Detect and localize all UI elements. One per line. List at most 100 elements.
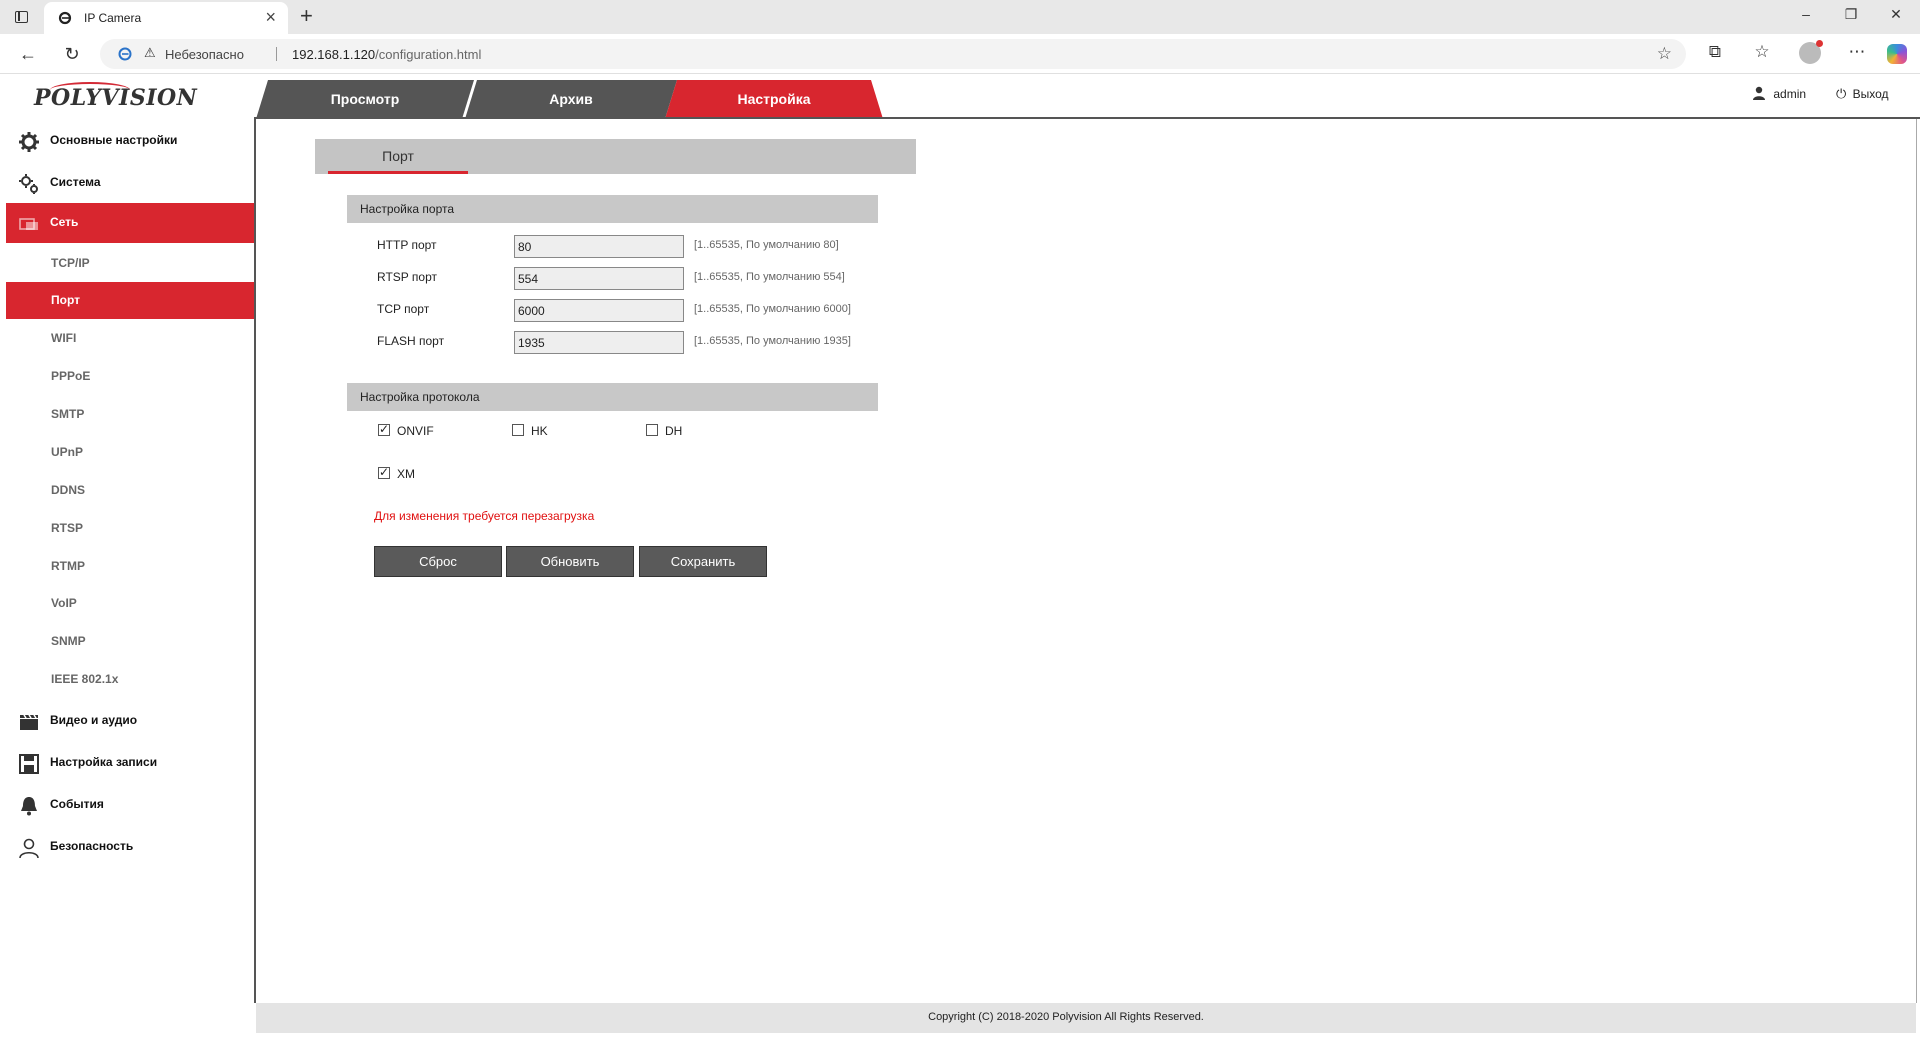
save-button[interactable]: Сохранить (639, 546, 767, 577)
user-menu[interactable]: admin (1752, 86, 1806, 101)
sidebar-item-basic-settings[interactable]: Основные настройки (6, 121, 254, 161)
sidebar-item-label: События (50, 797, 104, 811)
ie-mode-icon (118, 47, 132, 61)
logout-button[interactable]: ⏻ Выход (1836, 86, 1889, 102)
sidebar: Основные настройки Система Сеть TCP/IP П… (0, 119, 254, 1033)
onvif-checkbox[interactable] (378, 422, 390, 436)
flash-port-hint: [1..65535, По умолчанию 1935] (694, 335, 851, 347)
http-port-input[interactable] (514, 235, 684, 258)
xm-checkbox[interactable] (378, 465, 390, 479)
sidebar-sub-label: DDNS (51, 483, 86, 497)
hk-checkbox[interactable] (512, 424, 524, 436)
power-icon: ⏻ (1836, 86, 1847, 101)
browser-tab[interactable]: IP Camera × (44, 2, 288, 34)
clapperboard-icon (20, 714, 38, 730)
sidebar-sub-label: IEEE 802.1x (51, 672, 119, 686)
protocol-settings-header: Настройка протокола (347, 383, 878, 411)
sidebar-sub-snmp[interactable]: SNMP (6, 623, 254, 660)
sidebar-item-video-audio[interactable]: Видео и аудио (6, 701, 254, 741)
copyright-text: Copyright (C) 2018-2020 Polyvision All R… (928, 1011, 1204, 1023)
port-settings-title: Настройка порта (360, 202, 455, 216)
footer: Copyright (C) 2018-2020 Polyvision All R… (256, 1003, 1916, 1033)
content-right-border (1916, 119, 1917, 1003)
xm-label: XM (397, 467, 415, 481)
protocol-settings-title: Настройка протокола (360, 390, 480, 404)
warning-icon[interactable]: ⚠ (144, 45, 156, 61)
more-menu-icon[interactable]: ⋯ (1846, 42, 1868, 62)
sidebar-item-system[interactable]: Система (6, 163, 254, 203)
address-bar: ← ↻ ⚠ Небезопасно 192.168.1.120/configur… (0, 34, 1920, 74)
tab-archive[interactable]: Архив (465, 80, 677, 119)
sidebar-sub-ddns[interactable]: DDNS (6, 472, 254, 509)
sidebar-sub-label: WIFI (51, 331, 77, 345)
url-field[interactable]: ⚠ Небезопасно 192.168.1.120/configuratio… (100, 39, 1686, 69)
sidebar-item-events[interactable]: События (6, 785, 254, 825)
sidebar-item-label: Сеть (50, 215, 79, 229)
tcp-port-hint: [1..65535, По умолчанию 6000] (694, 303, 851, 315)
sidebar-sub-pppoe[interactable]: PPPoE (6, 358, 254, 395)
tab-settings-label: Настройка (737, 91, 811, 107)
sidebar-sub-label: VoIP (51, 596, 77, 610)
rtsp-port-input[interactable] (514, 267, 684, 290)
insecure-label[interactable]: Небезопасно (165, 47, 244, 62)
back-icon[interactable]: ← (17, 43, 39, 65)
gears-icon (19, 174, 38, 194)
minimize-icon[interactable]: – (1796, 6, 1816, 22)
username-label: admin (1773, 87, 1807, 101)
new-tab-icon[interactable]: + (300, 3, 313, 29)
logo-arc (50, 82, 130, 98)
restore-icon[interactable]: ❐ (1841, 6, 1861, 23)
favorites-icon[interactable]: ☆ (1751, 42, 1773, 62)
app-header: POLYVISION Просмотр Архив Настройка (0, 75, 1920, 119)
sidebar-sub-label: RTSP (51, 521, 84, 535)
sidebar-sub-label: SMTP (51, 407, 85, 421)
close-tab-icon[interactable]: × (265, 8, 276, 26)
sidebar-item-label: Безопасность (50, 839, 134, 853)
sidebar-item-record-settings[interactable]: Настройка записи (6, 743, 254, 783)
tab-preview[interactable]: Просмотр (256, 80, 474, 119)
sidebar-item-label: Основные настройки (50, 133, 178, 147)
onvif-label: ONVIF (397, 424, 434, 438)
reset-button[interactable]: Сброс (374, 546, 502, 577)
sidebar-sub-rtsp[interactable]: RTSP (6, 510, 254, 547)
reload-icon[interactable]: ↻ (61, 43, 83, 65)
close-window-icon[interactable]: ✕ (1886, 6, 1906, 23)
sidebar-sub-voip[interactable]: VoIP (6, 585, 254, 622)
tab-actions-icon[interactable] (12, 8, 32, 26)
dh-checkbox[interactable] (646, 424, 658, 436)
favorite-star-icon[interactable]: ☆ (1657, 44, 1672, 64)
profile-avatar[interactable] (1799, 40, 1823, 64)
sidebar-sub-ieee8021x[interactable]: IEEE 802.1x (6, 661, 254, 698)
sidebar-item-security[interactable]: Безопасность (6, 827, 254, 867)
sidebar-sub-label: SNMP (51, 634, 86, 648)
sidebar-sub-tcpip[interactable]: TCP/IP (6, 245, 254, 282)
sidebar-sub-port[interactable]: Порт (6, 282, 254, 319)
sidebar-sub-wifi[interactable]: WIFI (6, 320, 254, 357)
sidebar-item-network[interactable]: Сеть (6, 203, 254, 243)
flash-port-input[interactable] (514, 331, 684, 354)
tab-port[interactable]: Порт (328, 139, 468, 174)
sidebar-sub-smtp[interactable]: SMTP (6, 396, 254, 433)
sidebar-sub-label: TCP/IP (51, 256, 90, 270)
sidebar-sub-label: UPnP (51, 445, 84, 459)
tab-preview-label: Просмотр (330, 91, 400, 107)
sidebar-sub-label: Порт (51, 293, 81, 307)
extensions-icon[interactable]: ⧉ (1704, 42, 1726, 62)
copilot-icon[interactable] (1887, 44, 1907, 64)
sidebar-sub-rtmp[interactable]: RTMP (6, 548, 254, 585)
sidebar-item-label: Система (50, 175, 101, 189)
tcp-port-input[interactable] (514, 299, 684, 322)
sidebar-item-label: Настройка записи (50, 755, 158, 769)
flash-port-label: FLASH порт (377, 334, 445, 348)
tab-settings[interactable]: Настройка (665, 80, 883, 119)
sidebar-sub-upnp[interactable]: UPnP (6, 434, 254, 471)
tab-port-label: Порт (382, 148, 414, 164)
header-divider (254, 117, 1920, 119)
url-path: /configuration.html (375, 47, 482, 62)
tab-archive-label: Архив (549, 91, 593, 107)
sidebar-sub-label: RTMP (51, 559, 85, 573)
url-text[interactable]: 192.168.1.120/configuration.html (292, 47, 481, 62)
refresh-button[interactable]: Обновить (506, 546, 634, 577)
tcp-port-label: TCP порт (377, 302, 430, 316)
network-icon (19, 218, 38, 230)
